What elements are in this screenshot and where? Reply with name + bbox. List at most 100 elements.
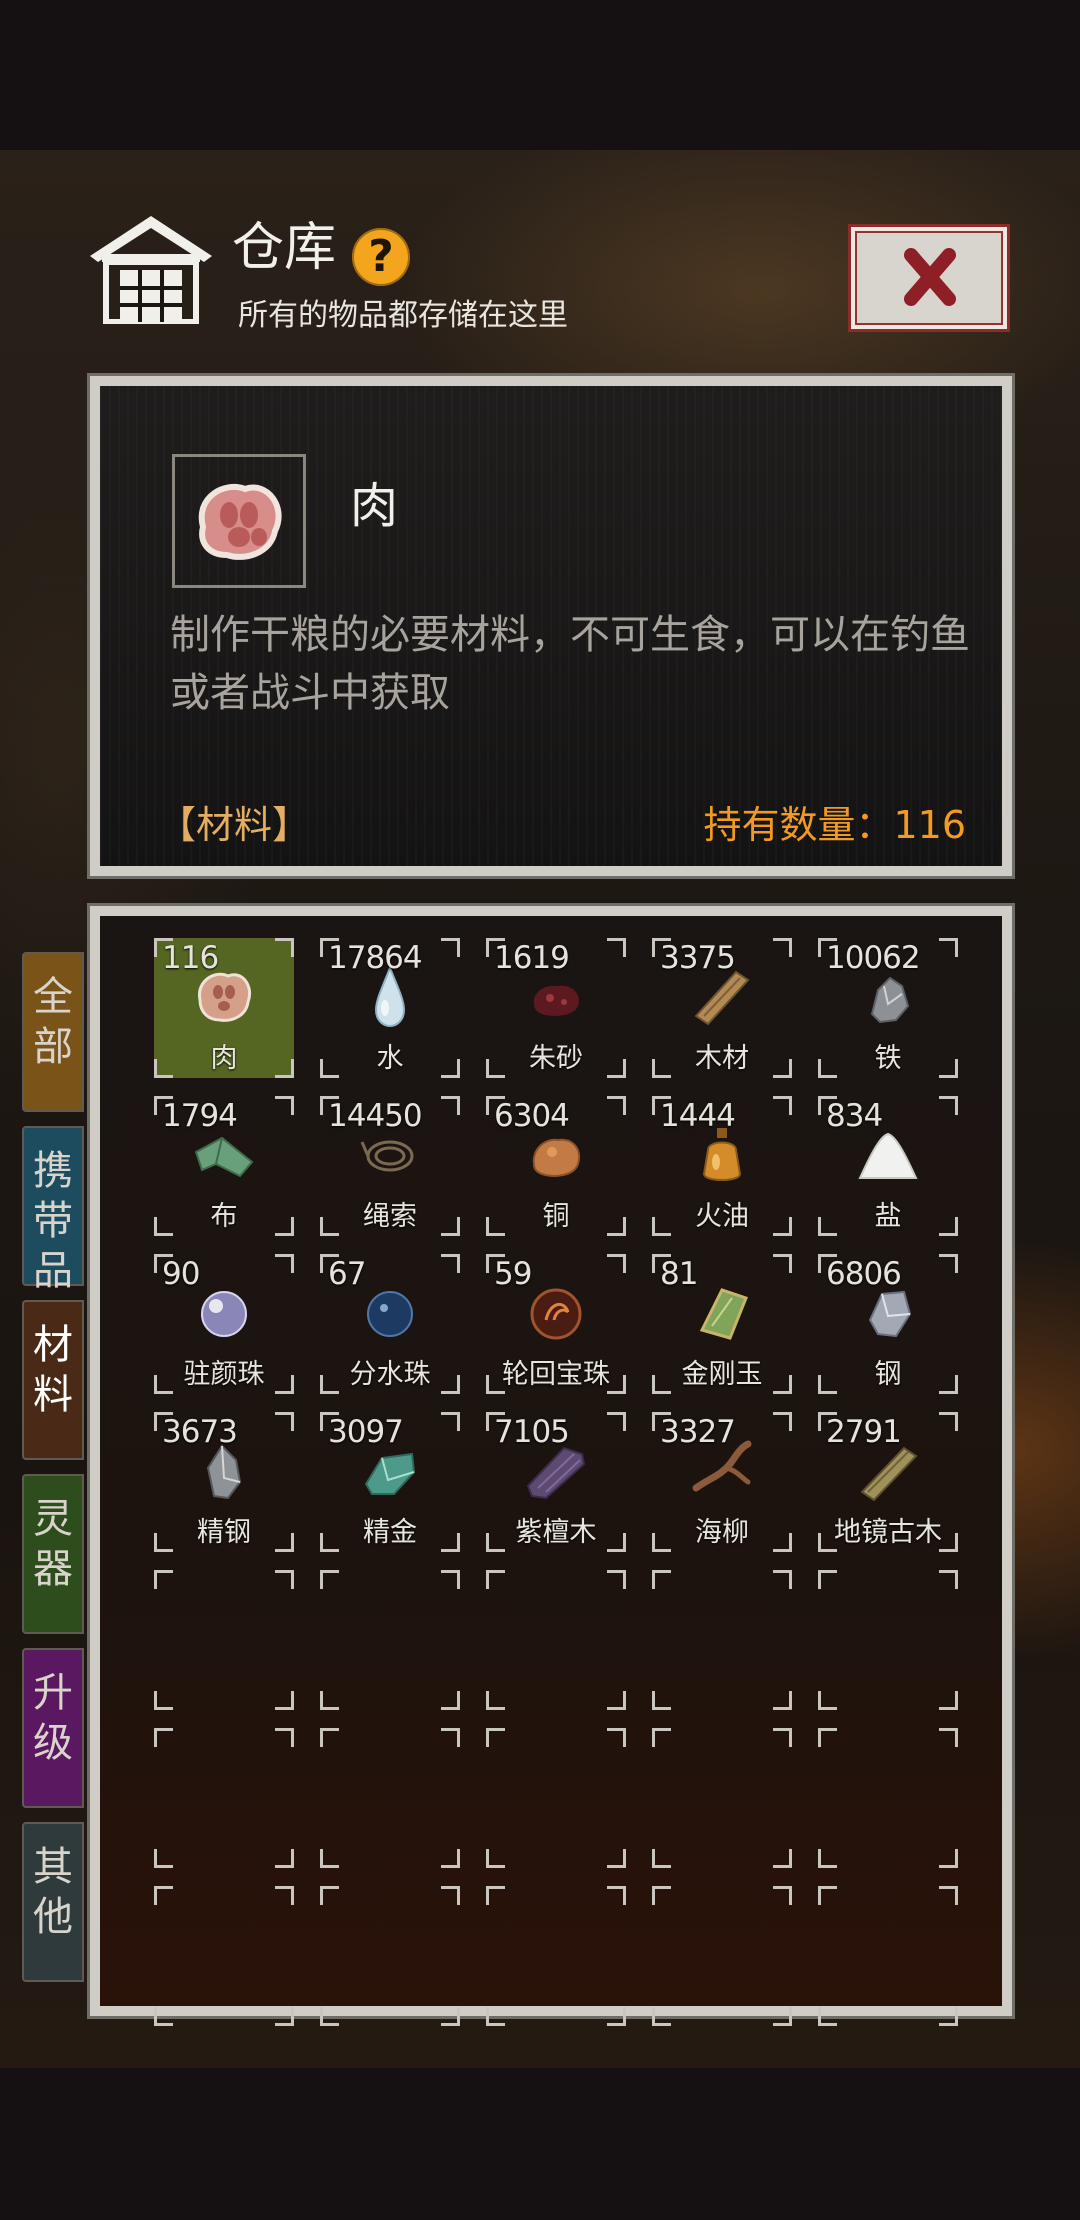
item-label: 金刚玉	[681, 1359, 763, 1390]
item-quantity: 59	[494, 1256, 532, 1292]
slot-corner	[607, 1570, 626, 1589]
inventory-slot[interactable]: 10062 铁	[818, 938, 958, 1078]
item-quantity: 3097	[328, 1414, 404, 1450]
inventory-slot[interactable]: 3327 海柳	[652, 1412, 792, 1552]
slot-corner	[818, 1570, 837, 1589]
slot-corner	[773, 1254, 792, 1273]
slot-corner	[441, 1849, 460, 1868]
inventory-slot[interactable]: 1619 朱砂	[486, 938, 626, 1078]
slot-corner	[607, 1254, 626, 1273]
inventory-slot[interactable]: 2791 地镜古木	[818, 1412, 958, 1552]
slot-corner	[773, 1096, 792, 1115]
status-bar-area	[0, 0, 1080, 150]
empty-slot	[154, 1570, 294, 1710]
slot-corner	[441, 1096, 460, 1115]
item-label: 分水珠	[349, 1359, 431, 1390]
inventory-slot[interactable]: 116 肉	[154, 938, 294, 1078]
inventory-slot[interactable]: 3673 精钢	[154, 1412, 294, 1552]
slot-corner	[607, 1691, 626, 1710]
item-label: 布	[210, 1201, 238, 1232]
slot-corner	[441, 1254, 460, 1273]
slot-corner	[773, 1849, 792, 1868]
item-label: 精钢	[197, 1517, 251, 1548]
tab-1[interactable]: 携 带 品	[22, 1126, 84, 1294]
item-label: 木材	[695, 1043, 749, 1074]
inventory-slot[interactable]: 6806 钢	[818, 1254, 958, 1394]
slot-corner	[441, 2007, 460, 2026]
item-count: 持有数量：116	[703, 803, 966, 847]
slot-corner	[652, 1886, 671, 1905]
slot-corner	[320, 2007, 339, 2026]
slot-corner	[275, 1849, 294, 1868]
slot-corner	[773, 1691, 792, 1710]
item-quantity: 6806	[826, 1256, 902, 1292]
inventory-slot[interactable]: 6304 铜	[486, 1096, 626, 1236]
slot-corner	[320, 1728, 339, 1747]
close-button[interactable]	[848, 224, 1010, 332]
inventory-slot[interactable]: 1444 火油	[652, 1096, 792, 1236]
empty-slot	[652, 1886, 792, 2026]
item-description: 制作干粮的必要材料，不可生食，可以在钓鱼或者战斗中获取	[170, 612, 970, 716]
slot-corner	[154, 1728, 173, 1747]
item-label: 盐	[874, 1201, 902, 1232]
slot-corner	[154, 1886, 173, 1905]
inventory-slot[interactable]: 1794 布	[154, 1096, 294, 1236]
slot-corner	[275, 1728, 294, 1747]
slot-corner	[486, 1691, 505, 1710]
inventory-slot[interactable]: 90 驻颜珠	[154, 1254, 294, 1394]
item-quantity: 6304	[494, 1098, 570, 1134]
slot-corner	[441, 938, 460, 957]
slot-corner	[154, 1570, 173, 1589]
item-label: 海柳	[695, 1517, 749, 1548]
item-quantity: 14450	[328, 1098, 423, 1134]
tab-5[interactable]: 其 他	[22, 1822, 84, 1982]
empty-slot	[652, 1570, 792, 1710]
item-label: 驻颜珠	[183, 1359, 265, 1390]
item-quantity: 2791	[826, 1414, 902, 1450]
item-detail-panel: 肉 制作干粮的必要材料，不可生食，可以在钓鱼或者战斗中获取 【材料】 持有数量：…	[90, 376, 1012, 876]
item-label: 绳索	[363, 1201, 417, 1232]
item-quantity: 834	[826, 1098, 883, 1134]
item-quantity: 3327	[660, 1414, 736, 1450]
empty-slot	[320, 1886, 460, 2026]
empty-slot	[486, 1728, 626, 1868]
empty-slot	[652, 1728, 792, 1868]
slot-corner	[320, 1886, 339, 1905]
inventory-slot[interactable]: 67 分水珠	[320, 1254, 460, 1394]
slot-corner	[275, 2007, 294, 2026]
item-label: 地镜古木	[834, 1517, 942, 1548]
inventory-slot[interactable]: 7105 紫檀木	[486, 1412, 626, 1552]
navigation-bar-area	[0, 2068, 1080, 2220]
slot-corner	[773, 1728, 792, 1747]
tab-4[interactable]: 升 级	[22, 1648, 84, 1808]
inventory-slot[interactable]: 59 轮回宝珠	[486, 1254, 626, 1394]
inventory-slot[interactable]: 17864 水	[320, 938, 460, 1078]
inventory-slot[interactable]: 14450 绳索	[320, 1096, 460, 1236]
slot-corner	[773, 1412, 792, 1431]
empty-slot	[486, 1570, 626, 1710]
slot-corner	[939, 1691, 958, 1710]
item-label: 朱砂	[529, 1043, 583, 1074]
item-quantity: 3375	[660, 940, 736, 976]
meat-icon	[198, 484, 282, 560]
inventory-slot[interactable]: 3097 精金	[320, 1412, 460, 1552]
empty-slot	[320, 1570, 460, 1710]
inventory-slot[interactable]: 3375 木材	[652, 938, 792, 1078]
item-quantity: 1794	[162, 1098, 238, 1134]
slot-corner	[773, 1570, 792, 1589]
slot-corner	[275, 1254, 294, 1273]
jade-icon	[699, 1288, 748, 1340]
tab-2[interactable]: 材 料	[22, 1300, 84, 1460]
item-quantity: 17864	[328, 940, 423, 976]
slot-corner	[441, 1691, 460, 1710]
empty-slot	[154, 1886, 294, 2026]
tab-0[interactable]: 全 部	[22, 952, 84, 1112]
help-icon[interactable]: ?	[352, 228, 410, 286]
slot-corner	[441, 1570, 460, 1589]
item-quantity: 67	[328, 1256, 366, 1292]
tab-3[interactable]: 灵 器	[22, 1474, 84, 1634]
inventory-slot[interactable]: 81 金刚玉	[652, 1254, 792, 1394]
slot-corner	[275, 1570, 294, 1589]
inventory-slot[interactable]: 834 盐	[818, 1096, 958, 1236]
slot-corner	[486, 1570, 505, 1589]
